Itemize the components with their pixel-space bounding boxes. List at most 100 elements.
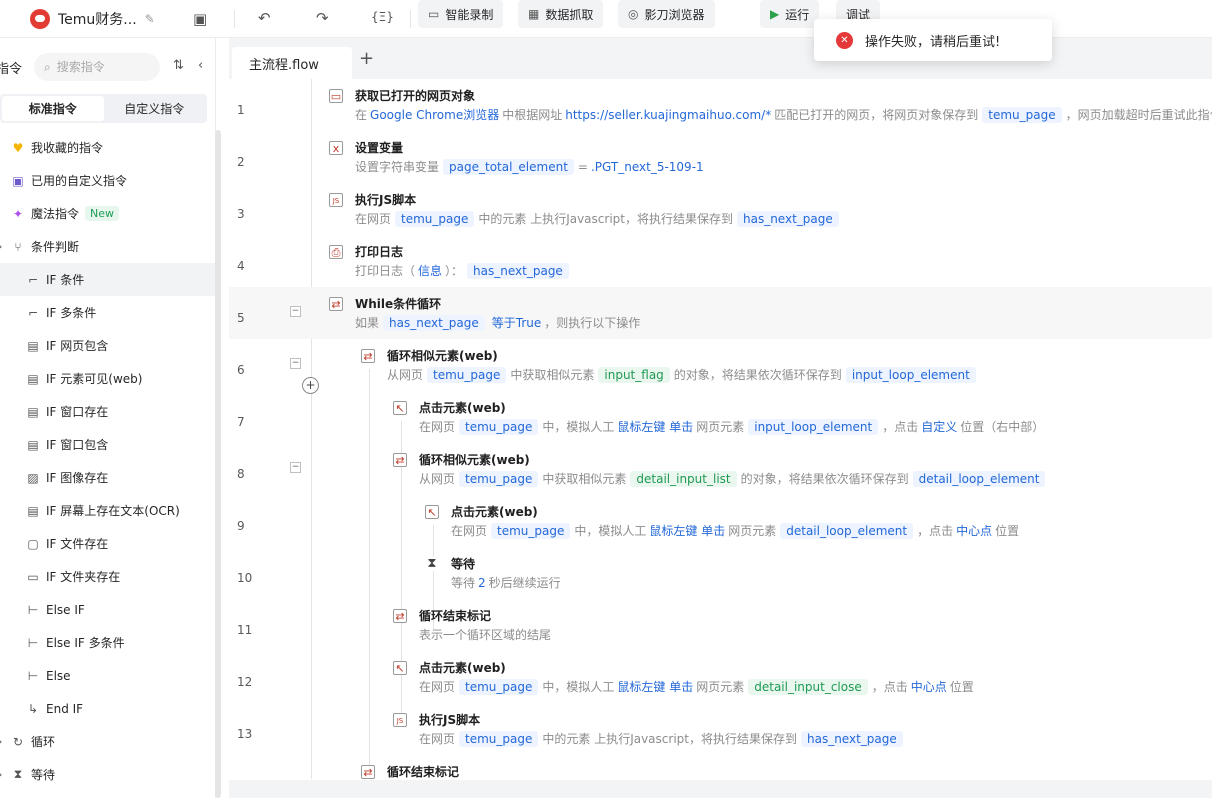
variable-chip[interactable]: temu_page bbox=[459, 418, 539, 435]
smart-record-button[interactable]: ▭ 智能录制 bbox=[418, 0, 504, 28]
sidebar-item[interactable]: ▤ IF 网页包含 bbox=[0, 329, 215, 362]
step-description: 在 Google Chrome浏览器 中根据网址 https://seller.kua… bbox=[355, 106, 1212, 123]
sidebar-item[interactable]: ▣ 已用的自定义指令 bbox=[0, 164, 215, 197]
run-button[interactable]: ▶ 运行 bbox=[760, 0, 820, 28]
flow-step-row[interactable]: 13 JS 执行JS脚本 在网页 temu_page 中的元素 上执行Javascript… bbox=[229, 703, 1212, 755]
variable-chip[interactable]: detail_loop_element bbox=[780, 522, 914, 539]
variables-icon[interactable]: {Ξ} bbox=[371, 10, 394, 24]
desc-text: 中获取相似元素 bbox=[542, 472, 627, 486]
flow-step-row[interactable]: 6 − ⇄ 循环相似元素(web) 从网页 temu_page 中获取相似元素 input_f… bbox=[229, 339, 1212, 391]
variable-chip[interactable]: temu_page bbox=[459, 678, 539, 695]
tab-main-flow[interactable]: 主流程.flow bbox=[232, 47, 352, 79]
variable-chip[interactable]: temu_page bbox=[427, 366, 507, 383]
variable-chip[interactable]: has_next_page bbox=[800, 730, 903, 747]
sidebar-item[interactable]: ▢ IF 文件存在 bbox=[0, 527, 215, 560]
sidebar-item[interactable]: ✦ 魔法指令 New bbox=[0, 197, 215, 230]
param-link[interactable]: 自定义 bbox=[921, 418, 957, 435]
sidebar-item[interactable]: ↳ End IF bbox=[0, 692, 215, 725]
sidebar-item[interactable]: ⊢ Else IF 多条件 bbox=[0, 626, 215, 659]
sidebar-item[interactable]: › ↻ 循环 bbox=[0, 725, 215, 758]
sidebar-item[interactable]: ▤ IF 屏幕上存在文本(OCR) bbox=[0, 494, 215, 527]
collapse-sidebar-icon[interactable]: ‹ bbox=[198, 58, 203, 73]
variable-chip[interactable]: temu_page bbox=[491, 522, 571, 539]
sidebar-item[interactable]: ⊢ Else bbox=[0, 659, 215, 692]
param-link[interactable]: 2 bbox=[478, 576, 486, 590]
fold-toggle-icon[interactable]: − bbox=[290, 306, 301, 317]
file-exists-icon: ▢ bbox=[27, 536, 39, 551]
variable-chip[interactable]: has_next_page bbox=[736, 210, 839, 227]
element-chip[interactable]: detail_input_close bbox=[748, 678, 868, 695]
sidebar-item[interactable]: ⊢ Else IF bbox=[0, 593, 215, 626]
flow-step-row[interactable]: 2 x 设置变量 设置字符串变量 page_total_element = .PGT_nex… bbox=[229, 131, 1212, 183]
toolbar-divider bbox=[410, 10, 411, 28]
flow-step-row[interactable]: 3 JS 执行JS脚本 在网页 temu_page 中的元素 上执行Javascript，… bbox=[229, 183, 1212, 235]
tab-custom-commands[interactable]: 自定义指令 bbox=[104, 96, 206, 121]
sidebar-item[interactable]: › ⧗ 等待 bbox=[0, 758, 215, 791]
yingdao-browser-button[interactable]: ◎ 影刀浏览器 bbox=[618, 0, 715, 28]
tab-standard-commands[interactable]: 标准指令 bbox=[2, 96, 104, 121]
param-link[interactable]: 鼠标左键 单击 bbox=[649, 522, 725, 539]
flow-step-row[interactable]: 5 − ⇄ While条件循环 如果 has_next_page 等于True ，则执行以下操… bbox=[229, 287, 1212, 339]
sidebar-item[interactable]: ⌐ IF 条件 bbox=[0, 263, 215, 296]
sort-icon[interactable]: ⇅ bbox=[173, 58, 184, 73]
sidebar-item[interactable]: ▤ IF 元素可见(web) bbox=[0, 362, 215, 395]
flow-step-row[interactable]: 12 ↖ 点击元素(web) 在网页 temu_page 中，模拟人工 鼠标左键 单击 网页元… bbox=[229, 651, 1212, 703]
calendar-icon: ▣ bbox=[12, 173, 24, 188]
flow-step-row[interactable]: 1 ▭ 获取已打开的网页对象在 Google Chrome浏览器 中根据网址 https:… bbox=[229, 79, 1212, 131]
variable-chip[interactable]: page_total_element bbox=[443, 158, 574, 175]
variable-chip[interactable]: input_loop_element bbox=[748, 418, 879, 435]
variable-chip[interactable]: temu_page bbox=[459, 470, 539, 487]
param-link[interactable]: 中心点 bbox=[911, 678, 947, 695]
param-link[interactable]: 信息 bbox=[418, 262, 442, 279]
flow-step-row[interactable]: ⇄ 循环结束标记 bbox=[229, 755, 1212, 779]
param-link[interactable]: Google Chrome浏览器 bbox=[370, 106, 499, 123]
search-input[interactable] bbox=[56, 60, 141, 74]
variable-chip[interactable]: temu_page bbox=[982, 106, 1062, 123]
expand-arrow-icon[interactable]: › bbox=[0, 768, 2, 781]
step-description: 表示一个循环区域的结尾 bbox=[419, 626, 551, 643]
variable-chip[interactable]: has_next_page bbox=[383, 314, 485, 331]
sidebar-item[interactable]: › ⑂ 条件判断 bbox=[0, 230, 215, 263]
save-icon[interactable]: ▣ bbox=[193, 10, 207, 28]
command-search[interactable]: ⌕ bbox=[34, 53, 160, 81]
desc-text: 在网页 bbox=[419, 732, 456, 746]
variable-chip[interactable]: has_next_page bbox=[467, 262, 569, 279]
sidebar-scrollbar[interactable] bbox=[215, 130, 221, 798]
variable-chip[interactable]: temu_page bbox=[459, 730, 539, 747]
param-link[interactable]: 等于True bbox=[492, 314, 542, 331]
line-number: 10 bbox=[237, 571, 253, 585]
variable-chip[interactable]: input_loop_element bbox=[845, 366, 976, 383]
sidebar-item[interactable]: ♥ 我收藏的指令 bbox=[0, 131, 215, 164]
add-tab-icon[interactable]: + bbox=[359, 48, 374, 69]
element-chip[interactable]: detail_input_list bbox=[630, 470, 737, 487]
fold-toggle-icon[interactable]: − bbox=[290, 462, 301, 473]
param-link[interactable]: 鼠标左键 单击 bbox=[617, 678, 693, 695]
flow-step-row[interactable]: 9 ↖ 点击元素(web) 在网页 temu_page 中，模拟人工 鼠标左键 单击 网页元素… bbox=[229, 495, 1212, 547]
sidebar-item[interactable]: ▤ IF 窗口存在 bbox=[0, 395, 215, 428]
flow-step-row[interactable]: 11 ⇄ 循环结束标记 表示一个循环区域的结尾 bbox=[229, 599, 1212, 651]
param-link[interactable]: https://seller.kuajingmaihuo.com/* bbox=[565, 108, 771, 122]
variable-chip[interactable]: temu_page bbox=[395, 210, 475, 227]
flow-step-row[interactable]: 10 ⧗ 等待 等待 2 秒后继续运行 bbox=[229, 547, 1212, 599]
variable-chip[interactable]: detail_loop_element bbox=[912, 470, 1046, 487]
flow-step-row[interactable]: 7 ↖ 点击元素(web) 在网页 temu_page 中，模拟人工 鼠标左键 单击 网页元素… bbox=[229, 391, 1212, 443]
desc-text: 表示一个循环区域的结尾 bbox=[419, 628, 552, 642]
sidebar-item[interactable]: ▨ IF 图像存在 bbox=[0, 461, 215, 494]
sidebar-item[interactable]: ⌐ IF 多条件 bbox=[0, 296, 215, 329]
fold-toggle-icon[interactable]: − bbox=[290, 358, 301, 369]
line-number: 8 bbox=[237, 467, 245, 481]
redo-icon[interactable]: ↷ bbox=[316, 9, 329, 27]
param-link[interactable]: 鼠标左键 单击 bbox=[617, 418, 693, 435]
sidebar-item[interactable]: ▭ IF 文件夹存在 bbox=[0, 560, 215, 593]
param-link[interactable]: 中心点 bbox=[956, 522, 992, 539]
element-chip[interactable]: input_flag bbox=[598, 366, 670, 383]
undo-icon[interactable]: ↶ bbox=[258, 9, 271, 27]
sidebar-item[interactable]: ▤ IF 窗口包含 bbox=[0, 428, 215, 461]
expand-arrow-icon[interactable]: › bbox=[0, 735, 2, 748]
data-scrape-button[interactable]: ▦ 数据抓取 bbox=[518, 0, 604, 28]
flow-step-row[interactable]: 8− ⇄ 循环相似元素(web) 从网页 temu_page 中获取相似元素 detail_… bbox=[229, 443, 1212, 495]
expand-arrow-icon[interactable]: › bbox=[0, 240, 2, 253]
param-link[interactable]: .PGT_next_5-109-1 bbox=[591, 160, 704, 174]
flow-step-row[interactable]: 4 ⎙ 打印日志 打印日志（ 信息）： has_next_page bbox=[229, 235, 1212, 287]
edit-title-icon[interactable]: ✎ bbox=[145, 12, 155, 26]
